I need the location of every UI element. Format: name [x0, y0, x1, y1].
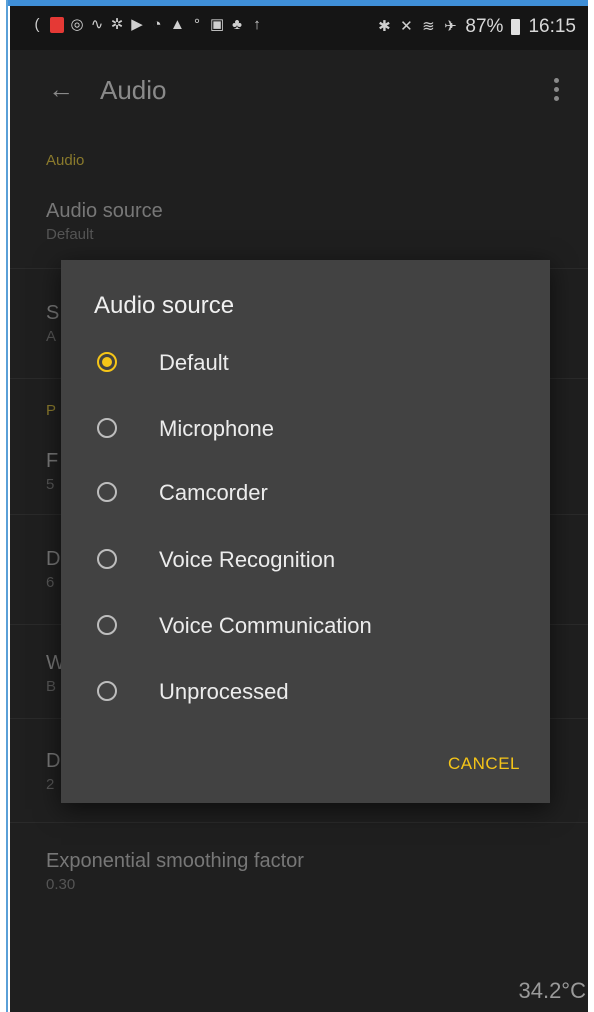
battery-icon	[511, 19, 521, 35]
gallery-icon: ▣	[210, 16, 225, 33]
pref-title: Exponential smoothing factor	[46, 850, 304, 872]
option-microphone[interactable]: Microphone	[91, 407, 531, 455]
wifi-icon: ≋	[422, 18, 435, 35]
flower-icon: ✲	[110, 16, 124, 33]
pref-value: 0.30	[46, 876, 76, 893]
pref-title: F	[46, 450, 59, 472]
pref-partial[interactable]: D 2	[46, 750, 60, 793]
android-icon: ♣	[232, 16, 242, 33]
bracket-icon: (	[34, 16, 40, 33]
option-voice-recognition[interactable]: Voice Recognition	[91, 538, 531, 586]
pref-smoothing-factor[interactable]: Exponential smoothing factor 0.30	[46, 850, 304, 893]
dialog-title: Audio source	[94, 292, 235, 319]
section-header-partial: P	[46, 402, 57, 419]
airplane-icon: ✈	[444, 18, 457, 35]
page-title: Audio	[100, 75, 167, 105]
option-label: Unprocessed	[159, 679, 289, 704]
overflow-menu-icon[interactable]	[554, 78, 560, 102]
mute-icon: ✕	[400, 18, 413, 35]
system-icons: ✱ ✕ ≋ ✈ 87% 16:15	[377, 16, 576, 38]
back-arrow-icon[interactable]: ←	[48, 76, 74, 102]
radio-unchecked-icon[interactable]	[97, 482, 117, 502]
pref-audio-source[interactable]: Audio source Default	[46, 200, 163, 243]
app-bar: ← Audio	[10, 50, 588, 130]
bluetooth-icon: ✱	[378, 18, 391, 35]
cancel-button[interactable]: CANCEL	[448, 754, 520, 774]
radio-unchecked-icon[interactable]	[97, 681, 117, 701]
option-label: Default	[159, 350, 229, 375]
pref-value: Default	[46, 226, 94, 243]
pref-title: S	[46, 302, 60, 324]
pref-value: A	[46, 328, 57, 345]
instagram-icon: ◎	[70, 16, 84, 33]
pref-value: 2	[46, 776, 55, 793]
pref-title: D	[46, 750, 61, 772]
upload-icon: ↑	[253, 16, 261, 33]
radio-unchecked-icon[interactable]	[97, 549, 117, 569]
notification-icons: ( ◎ ∿ ✲ ▶ ◔ ▲ ° ▣ ♣ ↑	[30, 17, 264, 33]
warning-icon: ▲	[170, 16, 185, 33]
temperature-icon: °	[194, 16, 200, 33]
radio-checked-icon[interactable]	[97, 352, 117, 372]
gauge-icon: ◔	[152, 16, 162, 33]
temperature-overlay: 34.2°C	[518, 978, 586, 1003]
frame-right	[588, 0, 594, 1012]
phone-screen: ( ◎ ∿ ✲ ▶ ◔ ▲ ° ▣ ♣ ↑ ✱ ✕ ≋ ✈ 87% 16:15 …	[10, 6, 588, 1012]
audio-source-dialog: Audio source Default Microphone Camcorde…	[61, 260, 550, 803]
pref-partial[interactable]: S A	[46, 302, 59, 345]
battery-percent: 87%	[465, 16, 504, 37]
pref-value: 5	[46, 476, 55, 493]
option-default[interactable]: Default	[91, 341, 531, 389]
option-label: Voice Communication	[159, 613, 372, 638]
pref-partial[interactable]: F 5	[46, 450, 58, 493]
option-label: Voice Recognition	[159, 547, 336, 572]
clock: 16:15	[528, 16, 576, 37]
status-bar: ( ◎ ∿ ✲ ▶ ◔ ▲ ° ▣ ♣ ↑ ✱ ✕ ≋ ✈ 87% 16:15	[10, 6, 588, 50]
pref-title: D	[46, 548, 61, 570]
pref-partial[interactable]: D 6	[46, 548, 60, 591]
frame-left	[0, 0, 8, 1012]
pref-value: 6	[46, 574, 55, 591]
radio-unchecked-icon[interactable]	[97, 615, 117, 635]
radio-unchecked-icon[interactable]	[97, 418, 117, 438]
option-label: Microphone	[159, 416, 274, 441]
option-unprocessed[interactable]: Unprocessed	[91, 670, 531, 718]
divider	[10, 822, 588, 823]
pref-title: Audio source	[46, 200, 163, 222]
section-header-audio: Audio	[46, 152, 85, 169]
app-notification-icon	[50, 17, 64, 33]
option-camcorder[interactable]: Camcorder	[91, 471, 531, 519]
play-icon: ▶	[131, 16, 143, 33]
sync-icon: ∿	[90, 16, 104, 33]
option-voice-communication[interactable]: Voice Communication	[91, 604, 531, 652]
option-label: Camcorder	[159, 480, 268, 505]
